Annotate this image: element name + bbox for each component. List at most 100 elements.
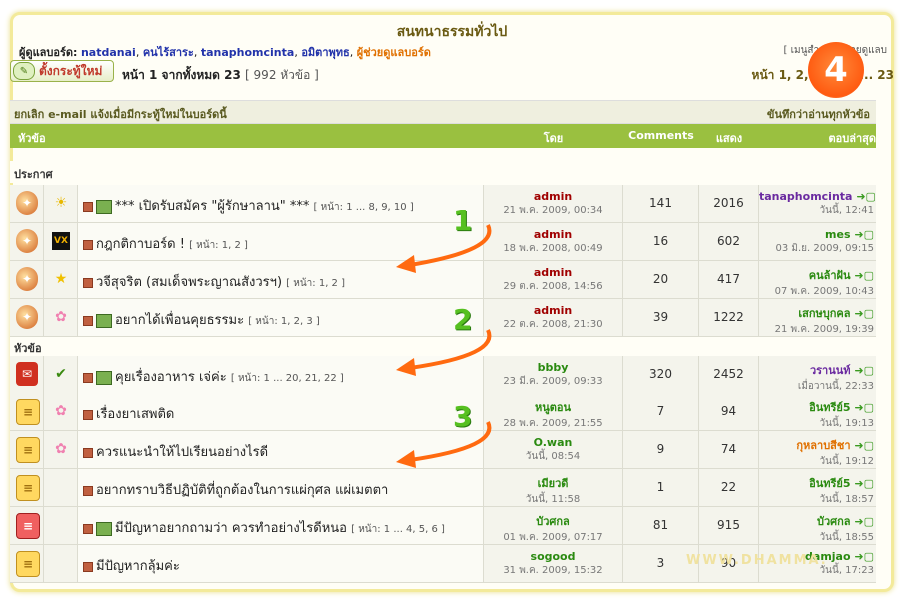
go-to-last-icon[interactable]: ➜▢ [854,477,874,490]
topic-pages[interactable]: [ หน้า: 1, 2 ] [189,240,248,251]
author-link[interactable]: บัวศกล [484,512,622,530]
subject: อยากทราบวิธีปฏิบัติที่ถูกต้องในการแผ่กุศ… [83,479,388,500]
topic-icon-cell: VX [44,223,78,260]
subject: คุยเรื่องอาหาร เจ่ค่ะ [ หน้า: 1 ... 20, … [83,366,344,387]
sun-icon: ☀ [54,195,68,211]
go-to-last-icon[interactable]: ➜▢ [854,439,874,452]
last-poster-link[interactable]: กุหลาบสีชา ➜▢ [759,436,874,454]
topic-icon-cell: ★ [44,261,78,298]
new-topic-button[interactable]: ✎ ตั้งกระทู้ใหม่ [10,60,114,82]
topic-row[interactable]: ≡ มีปัญหาอยากถามว่า ควรทำอย่างไรดีหนอ [ ห… [10,507,876,545]
topic-pages[interactable]: [ หน้า: 1 ... 20, 21, 22 ] [231,373,344,384]
last-post-cell: คนล้าฝัน ➜▢ 07 พ.ค. 2009, 10:43 [759,261,876,298]
status-cell: ≡ [10,507,44,544]
last-post-date: วันนี้, 18:57 [819,494,874,505]
topic-pages[interactable]: [ หน้า: 1, 2, 3 ] [248,316,320,327]
moderator-helper-link[interactable]: ผู้ช่วยดูแลบอร์ด [357,46,431,59]
moderator-link[interactable]: คนไร้สาระ [143,46,194,59]
author-link[interactable]: admin [484,304,622,317]
comment-count: 320 [649,367,672,381]
subject: ควรแนะนำให้ไปเรียนอย่างไรดี [83,441,268,462]
subject: มีปัญหาอยากถามว่า ควรทำอย่างไรดีหนอ [ หน… [83,517,445,538]
topic-count: [ 992 หัวข้อ ] [245,68,319,82]
last-post-cell: tanaphomcinta ➜▢ วันนี้, 12:41 [759,185,876,222]
topic-link[interactable]: มีปัญหาอยากถามว่า ควรทำอย่างไรดีหนอ [115,521,347,536]
last-poster-link[interactable]: คนล้าฝัน ➜▢ [759,266,874,284]
comment-count: 9 [656,442,665,456]
topic-link[interactable]: อยากได้เพื่อนคุยธรรมะ [115,313,244,328]
flower-icon: ✿ [55,403,67,419]
topic-link[interactable]: กฎกติกาบอร์ด ! [96,237,185,252]
last-poster-link[interactable]: mes ➜▢ [759,228,874,241]
go-to-last-icon[interactable]: ➜▢ [854,307,874,320]
comments-cell: 141 [623,185,699,222]
comments-cell: 1 [623,469,699,506]
annotation-arrow [396,224,492,273]
author-link[interactable]: sogood [484,550,622,563]
topic-link[interactable]: วจีสุจริต (สมเด็จพระญาณสังวรฯ) [96,275,282,290]
header-views[interactable]: แสดง [699,129,759,147]
views-cell: 94 [699,393,759,430]
status-cell: ✦ [10,185,44,222]
topic-link[interactable]: มีปัญหากลุ้มค่ะ [96,559,180,574]
view-count: 22 [720,480,737,494]
topic-icon-cell [44,545,78,582]
last-poster-link[interactable]: อินทรีย์5 ➜▢ [759,398,874,416]
go-to-last-icon[interactable]: ➜▢ [854,228,874,241]
topic-icon-cell: ✿ [44,393,78,430]
go-to-last-icon[interactable]: ➜▢ [854,515,874,528]
announcement-icon: ✦ [16,305,38,329]
last-post-date: วันนี้, 19:12 [819,456,874,467]
comment-count: 16 [652,234,669,248]
moderator-link[interactable]: natdanai [81,46,136,59]
subject: กฎกติกาบอร์ด ! [ หน้า: 1, 2 ] [83,233,248,254]
last-poster-link[interactable]: tanaphomcinta ➜▢ [759,190,876,203]
notify-unsubscribe-link[interactable]: ยกเลิก e-mail แจ้งเมื่อมีกระทู้ใหม่ในบอร… [14,105,227,123]
last-poster-link[interactable]: บัวศกล ➜▢ [759,512,874,530]
announcement-icon: ✦ [16,267,38,291]
subject: มีปัญหากลุ้มค่ะ [83,555,180,576]
picture-icon [96,370,112,385]
topic-link[interactable]: คุยเรื่องอาหาร เจ่ค่ะ [115,370,227,385]
go-to-last-icon[interactable]: ➜▢ [856,190,876,203]
subject: เรื่องยาเสพติด [83,403,174,424]
watermark: WWW.DHAMMA. [686,553,828,568]
vx-icon: VX [52,232,70,250]
view-count: 74 [720,442,737,456]
topic-link[interactable]: อยากทราบวิธีปฏิบัติที่ถูกต้องในการแผ่กุศ… [96,483,388,498]
topic-icon-cell: ✿ [44,299,78,336]
comments-cell: 320 [623,356,699,393]
topic-pages[interactable]: [ หน้า: 1 ... 4, 5, 6 ] [351,524,445,535]
moderator-link[interactable]: tanaphomcinta [201,46,294,59]
last-post-date: วันนี้, 19:13 [819,418,874,429]
topic-link[interactable]: เรื่องยาเสพติด [96,407,174,422]
author-link[interactable]: admin [484,190,622,203]
moderator-link[interactable]: อมิตาพุทธ [301,46,349,59]
last-post-date: เมื่อวานนี้, 22:33 [797,381,874,392]
annotation-number: 3 [453,400,473,433]
go-to-last-icon[interactable]: ➜▢ [854,401,874,414]
comment-count: 39 [652,310,669,324]
go-to-last-icon[interactable]: ➜▢ [854,364,874,377]
topic-row[interactable]: ≡ อยากทราบวิธีปฏิบัติที่ถูกต้องในการแผ่กุ… [10,469,876,507]
status-cell: ≡ [10,545,44,582]
header-last-post[interactable]: ตอบล่าสุด [759,129,876,147]
page-info: หน้า 1 จากทั้งหมด 23 [ 992 หัวข้อ ] [122,66,319,85]
moderators-label: ผู้ดูแลบอร์ด: [19,46,78,59]
mark-read-link[interactable]: ขันทึกว่าอ่านทุกหัวข้อ [767,105,870,123]
go-to-last-icon[interactable]: ➜▢ [854,550,874,563]
last-poster-link[interactable]: เสกษบุกคล ➜▢ [759,304,874,322]
header-comments[interactable]: Comments [623,129,699,142]
go-to-last-icon[interactable]: ➜▢ [854,269,874,282]
author-link[interactable]: เมียวดี [484,474,622,492]
subject: *** เปิดรับสมัคร "ผู้รักษาลาน" *** [ หน้… [83,195,414,216]
last-poster-link[interactable]: วรานนท์ ➜▢ [759,361,874,379]
header-by[interactable]: โดย [484,129,623,147]
header-subject[interactable]: หัวข้อ [18,129,46,147]
topic-link[interactable]: ควรแนะนำให้ไปเรียนอย่างไรดี [96,445,268,460]
views-cell: 1222 [699,299,759,336]
last-poster-link[interactable]: อินทรีย์5 ➜▢ [759,474,874,492]
topic-link[interactable]: *** เปิดรับสมัคร "ผู้รักษาลาน" *** [115,199,309,214]
topic-pages[interactable]: [ หน้า: 1, 2 ] [286,278,345,289]
post-date: 31 พ.ค. 2009, 15:32 [503,565,603,576]
